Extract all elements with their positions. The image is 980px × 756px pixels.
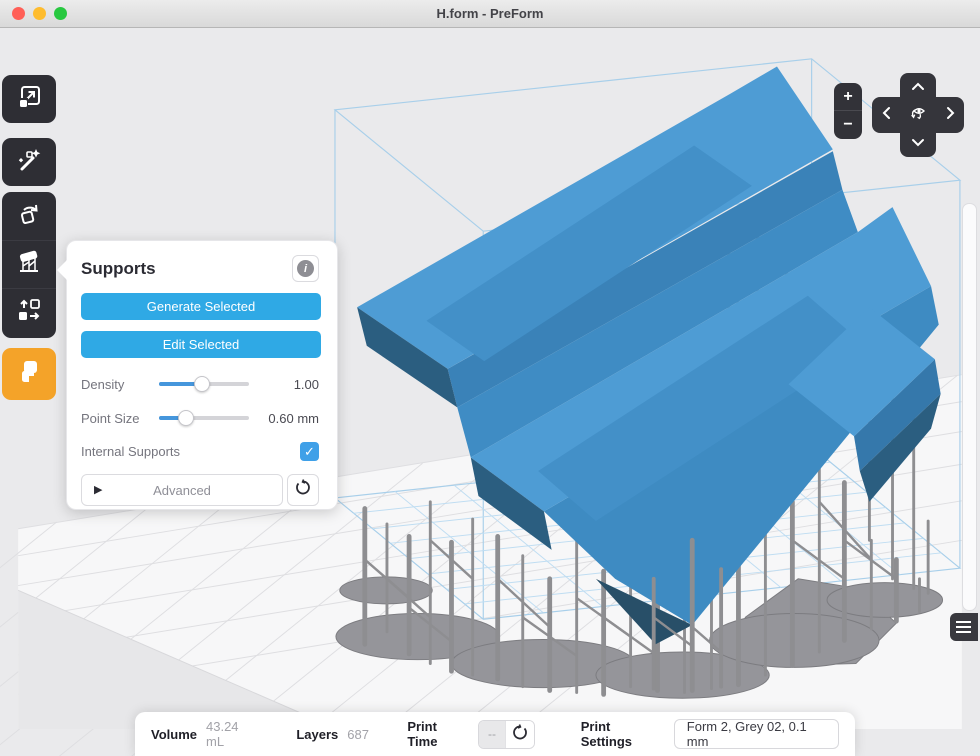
internal-supports-label: Internal Supports	[81, 444, 180, 459]
sidebar-printer-button[interactable]	[2, 348, 56, 400]
sidebar-tool-layout[interactable]	[2, 288, 56, 336]
print-settings-label: Print Settings	[581, 719, 662, 749]
sidebar-tool-orient[interactable]	[2, 192, 56, 240]
chevron-right-icon	[946, 106, 955, 125]
rotate-right-button[interactable]	[939, 104, 961, 126]
size-scale-icon	[16, 84, 42, 115]
volume-value: 43.24 mL	[206, 719, 258, 749]
supports-icon	[16, 249, 42, 280]
supports-panel: Supports i Generate Selected Edit Select…	[66, 240, 338, 510]
chevron-down-icon	[911, 134, 925, 152]
status-bar: Volume 43.24 mL Layers 687 Print Time --…	[135, 712, 855, 756]
orbit-eye-icon	[908, 103, 928, 128]
rotate-down-button[interactable]	[903, 132, 933, 154]
layout-icon	[16, 297, 42, 328]
print-settings-selector[interactable]: Form 2, Grey 02, 0.1 mm	[674, 719, 839, 749]
rotate-left-button[interactable]	[875, 104, 897, 126]
point-size-slider[interactable]	[159, 410, 249, 426]
reset-supports-button[interactable]	[287, 474, 319, 506]
point-size-slider-knob[interactable]	[178, 410, 194, 426]
model-list-toggle[interactable]	[950, 613, 978, 641]
sidebar-tool-group	[2, 192, 56, 338]
model-list-strip[interactable]	[962, 203, 977, 611]
advanced-button[interactable]: ▶ Advanced	[81, 474, 283, 506]
info-icon: i	[297, 260, 314, 277]
zoom-in-button[interactable]: +	[834, 83, 862, 111]
density-slider-knob[interactable]	[194, 376, 210, 392]
volume-label: Volume	[151, 727, 197, 742]
print-time-value: --	[479, 721, 505, 748]
zoom-controls: + −	[834, 83, 862, 139]
check-icon: ✓	[304, 444, 315, 460]
window-title: H.form - PreForm	[437, 6, 544, 21]
sidebar-tool-one-click-print[interactable]	[2, 138, 56, 186]
print-time-control: --	[478, 720, 535, 749]
internal-supports-checkbox[interactable]: ✓	[300, 442, 319, 461]
expand-play-icon: ▶	[94, 483, 102, 496]
minimize-button[interactable]	[33, 7, 46, 20]
magic-wand-icon	[16, 147, 42, 178]
density-slider[interactable]	[159, 376, 249, 392]
layers-value: 687	[347, 727, 369, 742]
printer-icon	[16, 359, 42, 390]
chevron-up-icon	[911, 78, 925, 96]
point-size-label: Point Size	[81, 411, 157, 426]
sidebar-tool-size[interactable]	[2, 75, 56, 123]
density-label: Density	[81, 377, 157, 392]
print-time-label: Print Time	[407, 719, 468, 749]
list-icon	[956, 621, 971, 623]
panel-caret	[57, 260, 67, 280]
density-value: 1.00	[294, 377, 319, 392]
rotate-up-button[interactable]	[903, 76, 933, 98]
layers-label: Layers	[296, 727, 338, 742]
zoom-window-button[interactable]	[54, 7, 67, 20]
rotate-orient-icon	[16, 201, 42, 232]
window-controls	[12, 7, 67, 20]
zoom-out-button[interactable]: −	[834, 111, 862, 139]
close-button[interactable]	[12, 7, 25, 20]
generate-selected-button[interactable]: Generate Selected	[81, 293, 321, 320]
chevron-left-icon	[882, 106, 891, 125]
refresh-icon	[511, 724, 528, 744]
info-button[interactable]: i	[292, 255, 319, 282]
sidebar-tool-supports[interactable]	[2, 240, 56, 288]
refresh-print-time-button[interactable]	[505, 721, 534, 748]
reset-view-button[interactable]	[907, 104, 929, 126]
title-bar: H.form - PreForm	[0, 0, 980, 28]
reset-icon	[295, 479, 312, 501]
point-size-value: 0.60 mm	[268, 411, 319, 426]
panel-title: Supports	[81, 259, 156, 279]
edit-selected-button[interactable]: Edit Selected	[81, 331, 321, 358]
